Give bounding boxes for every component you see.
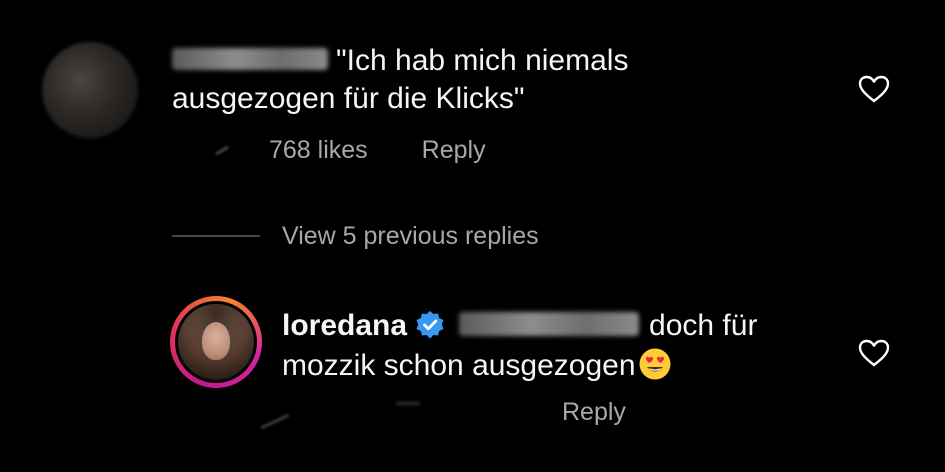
- blurred-timestamp: [260, 413, 290, 430]
- comment-text: "Ich hab mich niemals ausgezogen für die…: [172, 42, 792, 118]
- reply-button[interactable]: Reply: [422, 136, 486, 165]
- reply-text: loredana doch für mozzik schon ausgezogen: [282, 306, 842, 386]
- commenter-avatar[interactable]: [42, 42, 138, 138]
- comment-meta: 768 likes Reply: [215, 132, 486, 168]
- divider-line: [172, 235, 260, 237]
- heart-outline-icon[interactable]: [858, 338, 890, 368]
- reply-username[interactable]: loredana: [282, 309, 407, 342]
- heart-eyes-emoji: [638, 347, 672, 381]
- reply-avatar[interactable]: [178, 304, 254, 380]
- reply-body-line2: mozzik schon ausgezogen: [282, 349, 636, 382]
- heart-outline-icon[interactable]: [858, 74, 890, 104]
- reply-button[interactable]: Reply: [562, 398, 626, 427]
- blurred-timestamp: [215, 145, 229, 155]
- blurred-likes: [396, 402, 420, 405]
- blurred-mention[interactable]: [459, 312, 640, 337]
- likes-count[interactable]: 768 likes: [269, 136, 368, 165]
- view-previous-replies-label[interactable]: View 5 previous replies: [282, 222, 539, 251]
- reply-body-line1: doch für: [649, 309, 758, 342]
- reply-meta: Reply: [256, 396, 656, 432]
- view-previous-replies[interactable]: View 5 previous replies: [172, 216, 539, 256]
- comments-screen: "Ich hab mich niemals ausgezogen für die…: [0, 0, 945, 472]
- story-ring[interactable]: [170, 296, 262, 388]
- blurred-username[interactable]: [172, 48, 328, 71]
- verified-badge-icon: [415, 310, 445, 340]
